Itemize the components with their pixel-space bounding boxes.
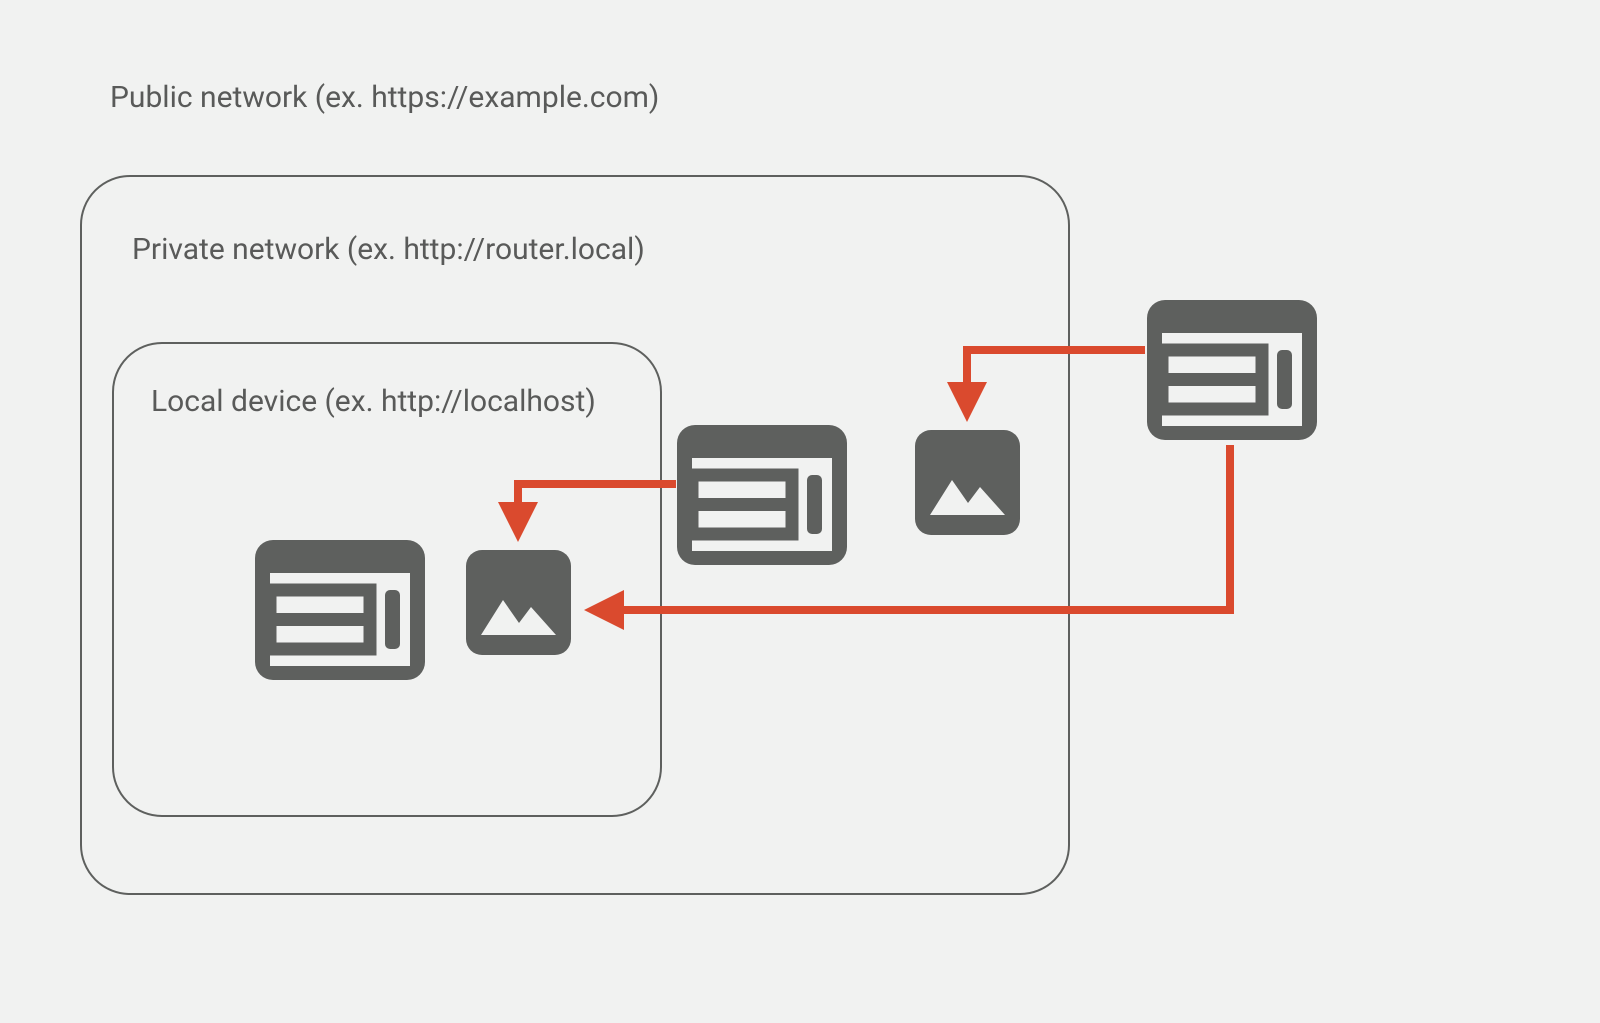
browser-window-icon	[1142, 295, 1322, 449]
network-diagram: Public network (ex. https://example.com)…	[80, 70, 1520, 950]
browser-window-icon	[250, 535, 430, 689]
image-placeholder-icon	[910, 425, 1025, 544]
local-device-label: Local device (ex. http://localhost)	[151, 384, 596, 419]
image-placeholder-icon	[461, 545, 576, 664]
public-network-label: Public network (ex. https://example.com)	[110, 80, 659, 115]
browser-window-icon	[672, 420, 852, 574]
private-network-label: Private network (ex. http://router.local…	[132, 232, 645, 267]
